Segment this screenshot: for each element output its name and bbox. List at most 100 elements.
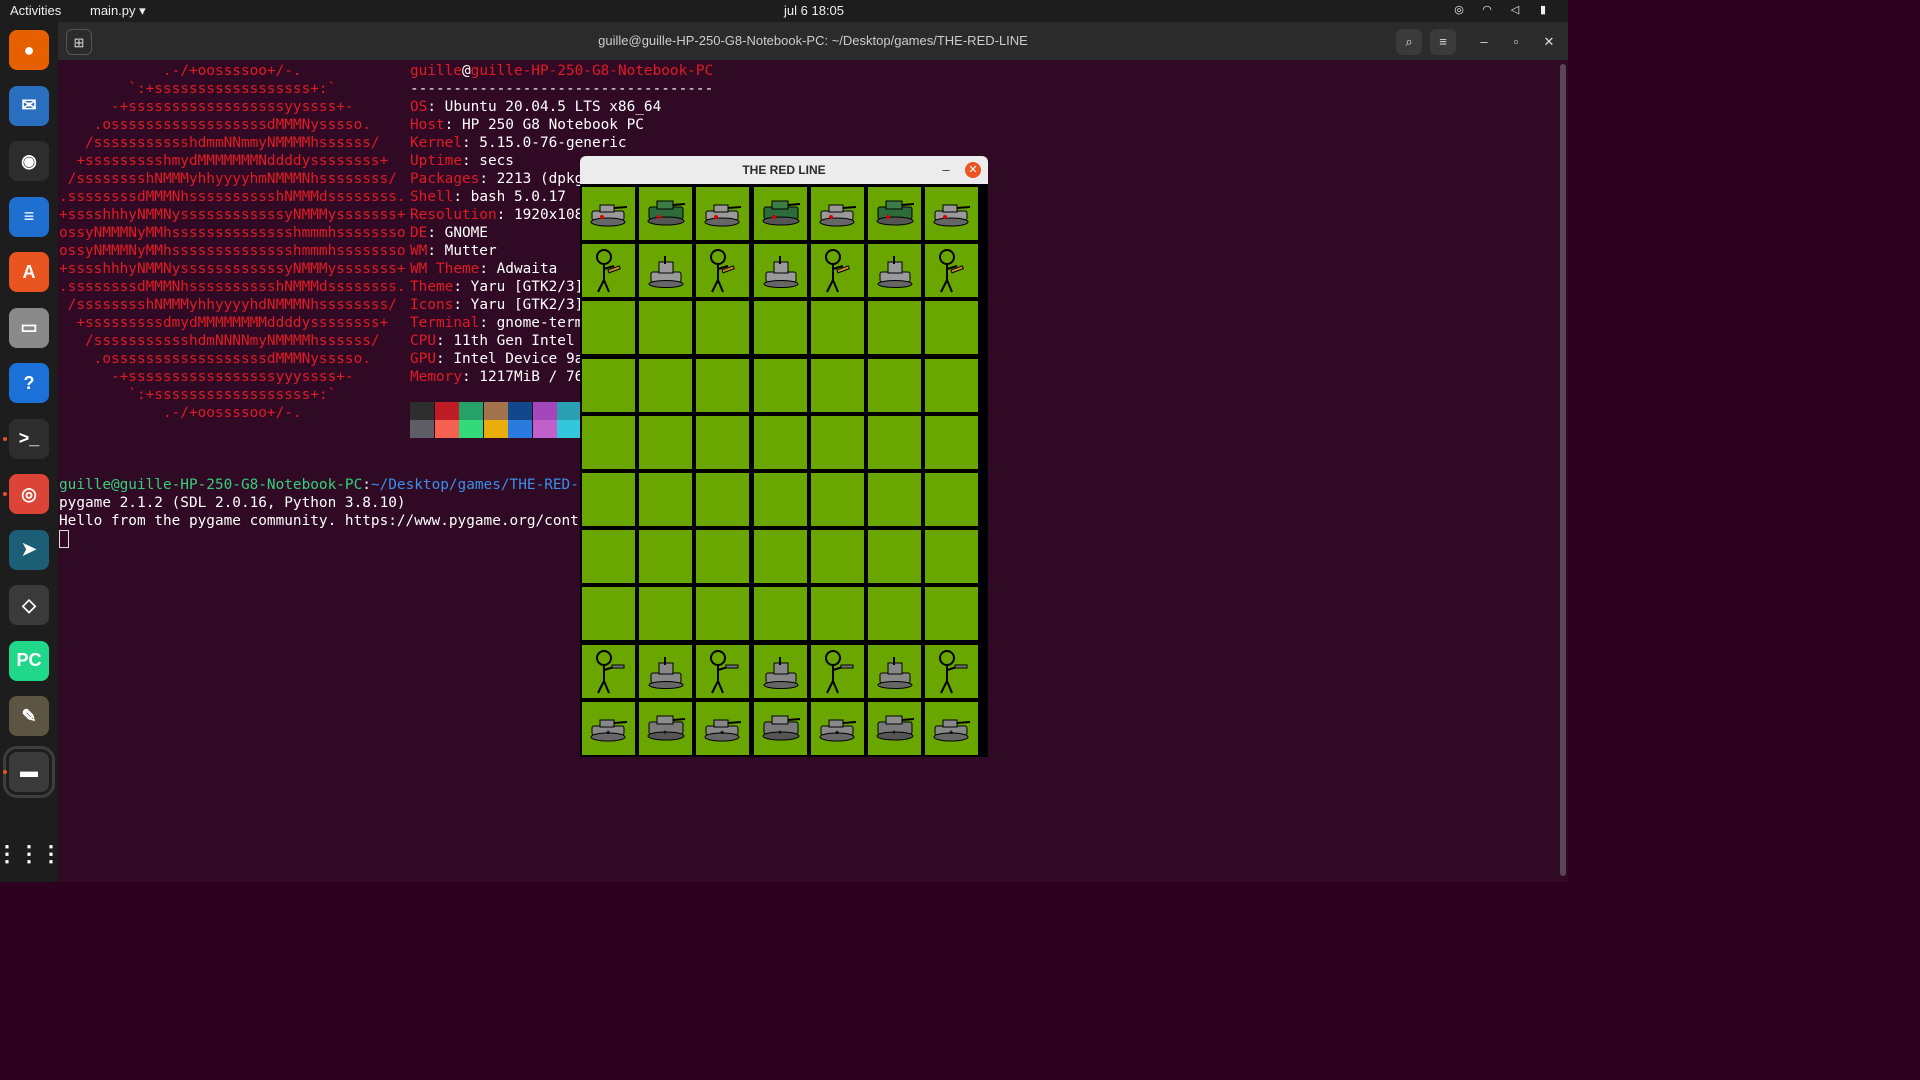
close-icon[interactable]: ✕ <box>965 162 981 178</box>
board-cell[interactable] <box>868 187 921 240</box>
board-cell[interactable] <box>582 358 635 412</box>
close-icon[interactable]: ✕ <box>1536 29 1562 55</box>
board-cell[interactable] <box>810 473 864 526</box>
board-cell[interactable] <box>810 415 864 469</box>
writer-icon[interactable]: ≡ <box>9 196 49 237</box>
board-cell[interactable] <box>639 244 693 298</box>
board-cell[interactable] <box>639 587 693 641</box>
board-cell[interactable]: ✚ <box>810 701 864 755</box>
help-icon[interactable]: ? <box>9 363 49 403</box>
search-icon[interactable]: ⌕ <box>1396 29 1422 55</box>
files-icon[interactable]: ▭ <box>9 307 49 348</box>
minimize-icon[interactable]: – <box>936 156 956 184</box>
clock[interactable]: jul 6 18:05 <box>784 3 844 18</box>
board-cell[interactable] <box>868 415 921 469</box>
board-cell[interactable] <box>696 415 750 469</box>
board-cell[interactable] <box>582 587 635 641</box>
board-cell[interactable] <box>753 187 807 240</box>
board-cell[interactable] <box>753 301 807 355</box>
game-window[interactable]: THE RED LINE – ✕ ✚ ✚ ✚ ✚ ✚ ✚ ✚ <box>580 156 988 757</box>
board-cell[interactable] <box>753 644 807 698</box>
rhythmbox-icon[interactable]: ◉ <box>9 141 49 181</box>
board-cell[interactable] <box>639 301 693 355</box>
board-cell[interactable] <box>582 473 635 526</box>
board-cell[interactable] <box>639 415 693 469</box>
board-cell[interactable] <box>696 530 750 584</box>
board-cell[interactable]: ✚ <box>582 701 635 755</box>
board-cell[interactable] <box>696 473 750 526</box>
minimize-icon[interactable]: – <box>1471 29 1497 55</box>
board-cell[interactable] <box>753 244 807 298</box>
apps-grid-icon[interactable]: ⋮⋮⋮ <box>0 834 62 874</box>
board-cell[interactable] <box>696 301 750 355</box>
board-cell[interactable] <box>696 358 750 412</box>
pycharm-icon[interactable]: PC <box>9 640 49 681</box>
board-cell[interactable] <box>753 473 807 526</box>
board-cell[interactable] <box>582 644 635 698</box>
board-cell[interactable] <box>639 644 693 698</box>
board-cell[interactable] <box>925 473 979 526</box>
software-icon[interactable]: A <box>9 252 49 292</box>
board-cell[interactable] <box>925 358 979 412</box>
unity-icon[interactable]: ◇ <box>9 585 49 625</box>
board-cell[interactable] <box>696 644 750 698</box>
maximize-icon[interactable]: ▫ <box>1503 29 1529 55</box>
activities-button[interactable]: Activities <box>10 3 61 18</box>
board-cell[interactable] <box>810 301 864 355</box>
terminal-icon[interactable]: >_ <box>9 418 49 459</box>
board-cell[interactable] <box>868 530 921 584</box>
board-cell[interactable] <box>753 358 807 412</box>
firefox-icon[interactable]: ● <box>9 30 49 70</box>
board-cell[interactable] <box>810 244 864 298</box>
board-cell[interactable] <box>868 358 921 412</box>
board-cell[interactable] <box>639 473 693 526</box>
board-cell[interactable] <box>639 358 693 412</box>
board-cell[interactable] <box>582 530 635 584</box>
app-menu[interactable]: main.py ▾ <box>90 3 146 19</box>
thunderbird-icon[interactable]: ✉ <box>9 85 49 126</box>
board-cell[interactable] <box>753 415 807 469</box>
board-cell[interactable] <box>925 587 979 641</box>
scrollbar[interactable] <box>1560 64 1566 876</box>
remote-desktop-icon[interactable]: ➤ <box>9 529 49 570</box>
battery-icon[interactable]: ▮ <box>1536 3 1550 17</box>
chrome-icon[interactable]: ◎ <box>1452 3 1466 17</box>
board-cell[interactable] <box>925 244 979 298</box>
board-cell[interactable] <box>696 244 750 298</box>
board-cell[interactable] <box>753 530 807 584</box>
board-cell[interactable] <box>639 530 693 584</box>
board-cell[interactable] <box>696 187 750 240</box>
board-cell[interactable]: ✚ <box>696 701 750 755</box>
board-cell[interactable] <box>582 301 635 355</box>
system-tray[interactable]: ◎ ◠ ◁ ▮ <box>1452 3 1550 17</box>
tank-game-icon[interactable]: ▬ <box>3 745 55 798</box>
chrome-icon[interactable]: ◎ <box>9 474 49 514</box>
board-cell[interactable] <box>925 415 979 469</box>
board-cell[interactable]: ✚ <box>639 701 693 755</box>
board-cell[interactable] <box>868 587 921 641</box>
board-cell[interactable] <box>582 187 635 240</box>
board-cell[interactable] <box>925 301 979 355</box>
board-cell[interactable] <box>810 358 864 412</box>
game-board[interactable]: ✚ ✚ ✚ ✚ ✚ ✚ ✚ <box>580 184 988 757</box>
board-cell[interactable]: ✚ <box>753 701 807 755</box>
board-cell[interactable] <box>639 187 693 240</box>
board-cell[interactable] <box>925 187 979 240</box>
board-cell[interactable]: ✚ <box>925 701 979 755</box>
board-cell[interactable] <box>868 644 921 698</box>
board-cell[interactable] <box>810 187 864 240</box>
board-cell[interactable] <box>868 244 921 298</box>
board-cell[interactable] <box>582 244 635 298</box>
board-cell[interactable] <box>868 473 921 526</box>
volume-icon[interactable]: ◁ <box>1508 3 1522 17</box>
board-cell[interactable] <box>810 587 864 641</box>
board-cell[interactable]: ✚ <box>868 701 921 755</box>
board-cell[interactable] <box>925 644 979 698</box>
board-cell[interactable] <box>753 587 807 641</box>
gimp-icon[interactable]: ✎ <box>9 696 49 736</box>
wifi-icon[interactable]: ◠ <box>1480 3 1494 17</box>
board-cell[interactable] <box>696 587 750 641</box>
menu-icon[interactable]: ≡ <box>1430 29 1456 55</box>
board-cell[interactable] <box>582 415 635 469</box>
board-cell[interactable] <box>868 301 921 355</box>
